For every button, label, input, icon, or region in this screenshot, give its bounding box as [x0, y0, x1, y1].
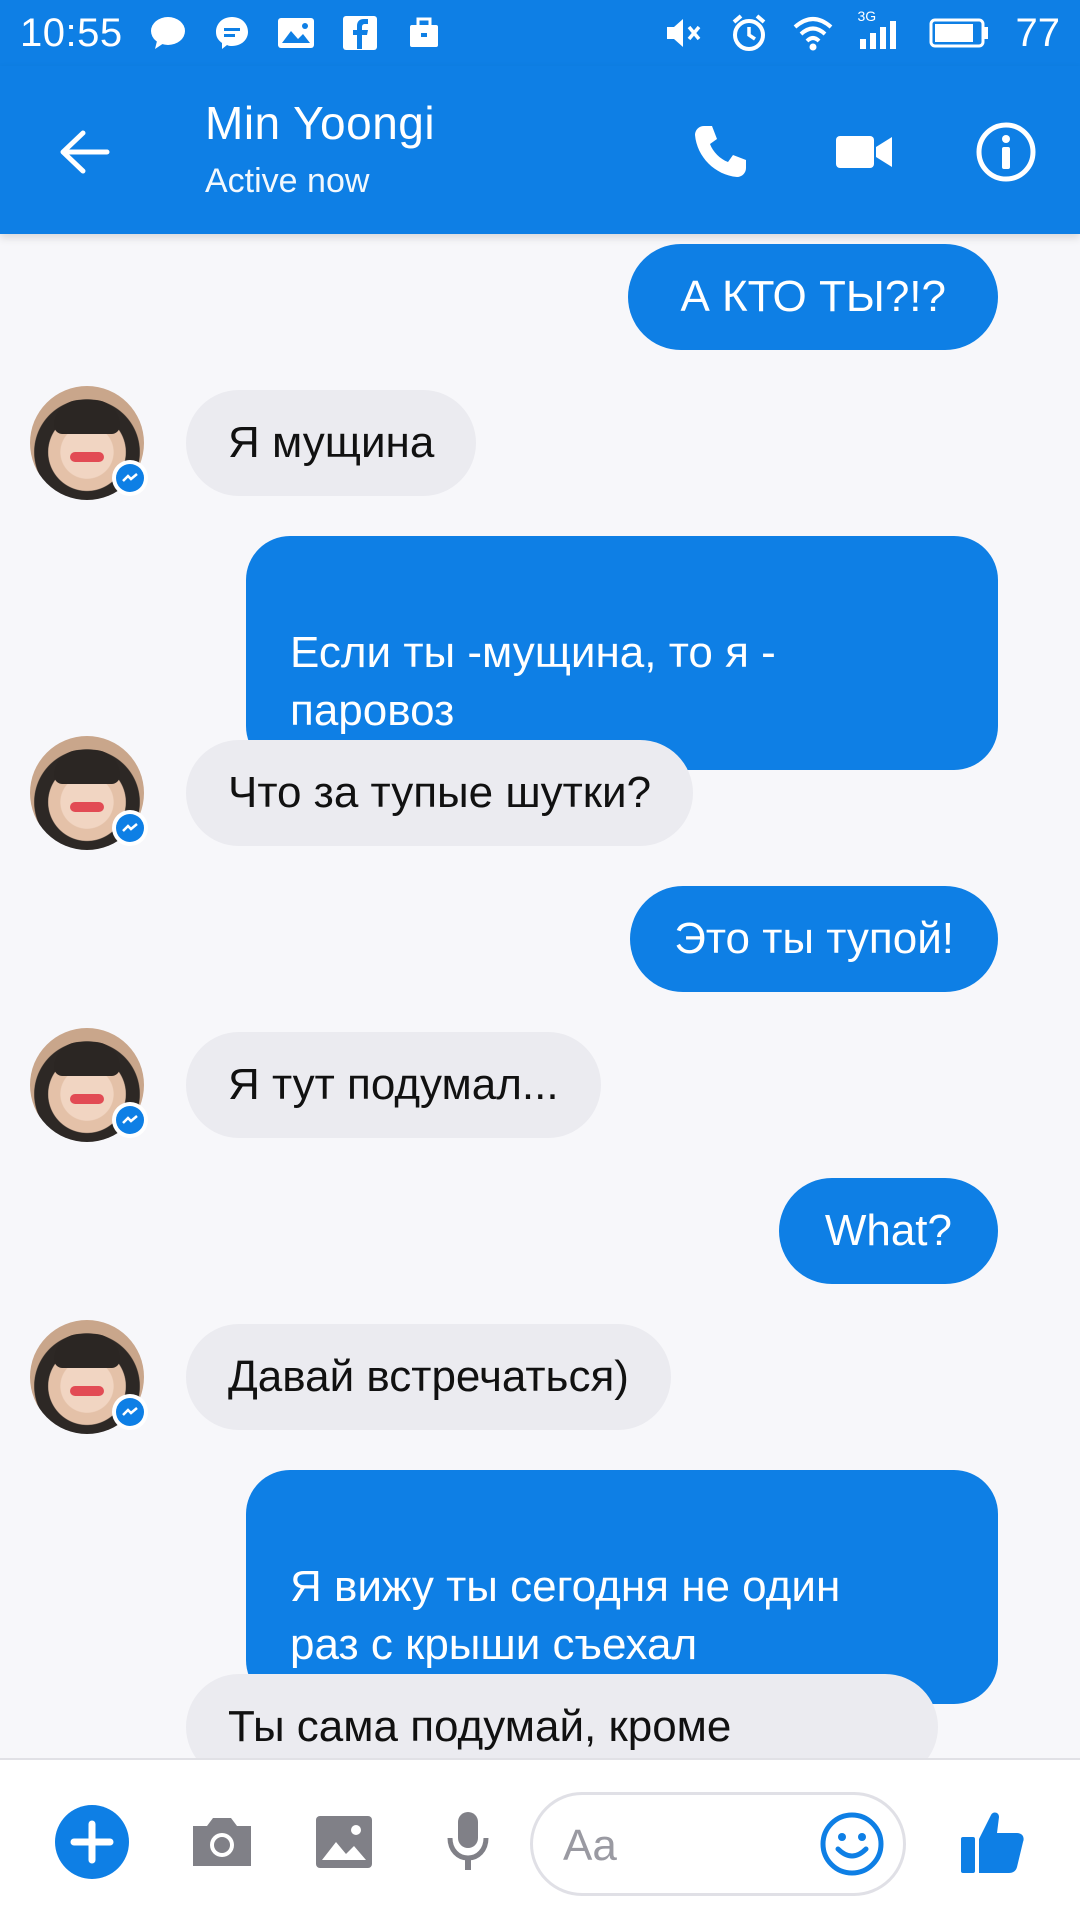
signal-icon: 3G: [856, 8, 906, 54]
network-type: 3G: [857, 8, 877, 24]
status-time: 10:55: [20, 10, 123, 55]
camera-button[interactable]: [184, 1804, 260, 1880]
messenger-badge-icon: [112, 460, 148, 496]
message-thread[interactable]: А КТО ТЫ?!? Я мущина Если ты -мущина, то…: [0, 234, 1080, 1758]
battery-icon: [928, 12, 990, 54]
voice-message-button[interactable]: [430, 1804, 506, 1880]
video-camera-icon: [836, 136, 892, 168]
chat-bubble-icon: [147, 12, 189, 54]
outgoing-message[interactable]: А КТО ТЫ?!?: [628, 244, 998, 350]
briefcase-icon: [403, 12, 445, 54]
messenger-badge-icon: [112, 1102, 148, 1138]
contact-avatar[interactable]: [30, 1320, 148, 1434]
incoming-message[interactable]: Я тут подумал...: [186, 1032, 601, 1138]
more-actions-button[interactable]: [54, 1804, 130, 1880]
gallery-icon: [316, 1816, 372, 1868]
contact-info[interactable]: Min Yoongi Active now: [205, 96, 435, 201]
message-input-placeholder: Aa: [563, 1821, 617, 1870]
active-status: Active now: [205, 162, 370, 200]
camera-icon: [193, 1818, 251, 1866]
incoming-message[interactable]: Что за тупые шутки?: [186, 740, 694, 846]
notification-icons: [147, 12, 445, 54]
mute-icon: [664, 12, 706, 54]
incoming-message[interactable]: Я мущина: [186, 390, 477, 496]
outgoing-message[interactable]: What?: [778, 1178, 998, 1284]
outgoing-message[interactable]: Это ты тупой!: [630, 886, 998, 992]
message-composer: Aa: [0, 1758, 1080, 1920]
back-button[interactable]: [52, 120, 116, 184]
phone-icon: [695, 126, 746, 177]
conversation-header: Min Yoongi Active now: [0, 66, 1080, 234]
facebook-icon: [339, 12, 381, 54]
messenger-notification-icon: [211, 12, 253, 54]
video-call-button[interactable]: [828, 116, 900, 188]
gallery-button[interactable]: [306, 1804, 382, 1880]
incoming-message[interactable]: Ты сама подумай, кроме: [186, 1674, 938, 1758]
incoming-message[interactable]: Давай встречаться): [186, 1324, 671, 1430]
plus-icon: [55, 1805, 129, 1879]
back-arrow-icon: [60, 130, 110, 174]
contact-name: Min Yoongi: [205, 97, 436, 149]
emoji-icon: [820, 1812, 884, 1876]
alarm-icon: [728, 12, 770, 54]
contact-avatar[interactable]: [30, 1028, 148, 1142]
messenger-screen: 10:55 3G 77 Min Yoongi Active now А КТО …: [0, 0, 1080, 1920]
info-button[interactable]: [970, 116, 1042, 188]
contact-avatar[interactable]: [30, 736, 148, 850]
info-icon: [976, 122, 1036, 182]
outgoing-message[interactable]: Если ты -мущина, то я - паровоз: [246, 536, 998, 770]
emoji-button[interactable]: [817, 1809, 887, 1879]
messenger-badge-icon: [112, 810, 148, 846]
voice-call-button[interactable]: [684, 116, 756, 188]
message-input[interactable]: Aa: [530, 1792, 906, 1896]
outgoing-message[interactable]: Я вижу ты сегодня не один раз с крыши съ…: [246, 1470, 998, 1704]
image-notification-icon: [275, 12, 317, 54]
microphone-icon: [447, 1812, 489, 1870]
system-icons: 3G 77: [664, 8, 1061, 56]
contact-avatar[interactable]: [30, 386, 148, 500]
wifi-icon: [792, 12, 834, 54]
thumbs-up-icon: [961, 1812, 1024, 1873]
messenger-badge-icon: [112, 1394, 148, 1430]
like-button[interactable]: [954, 1804, 1030, 1880]
status-bar: 10:55 3G 77: [0, 0, 1080, 66]
battery-level: 77: [1015, 10, 1061, 55]
